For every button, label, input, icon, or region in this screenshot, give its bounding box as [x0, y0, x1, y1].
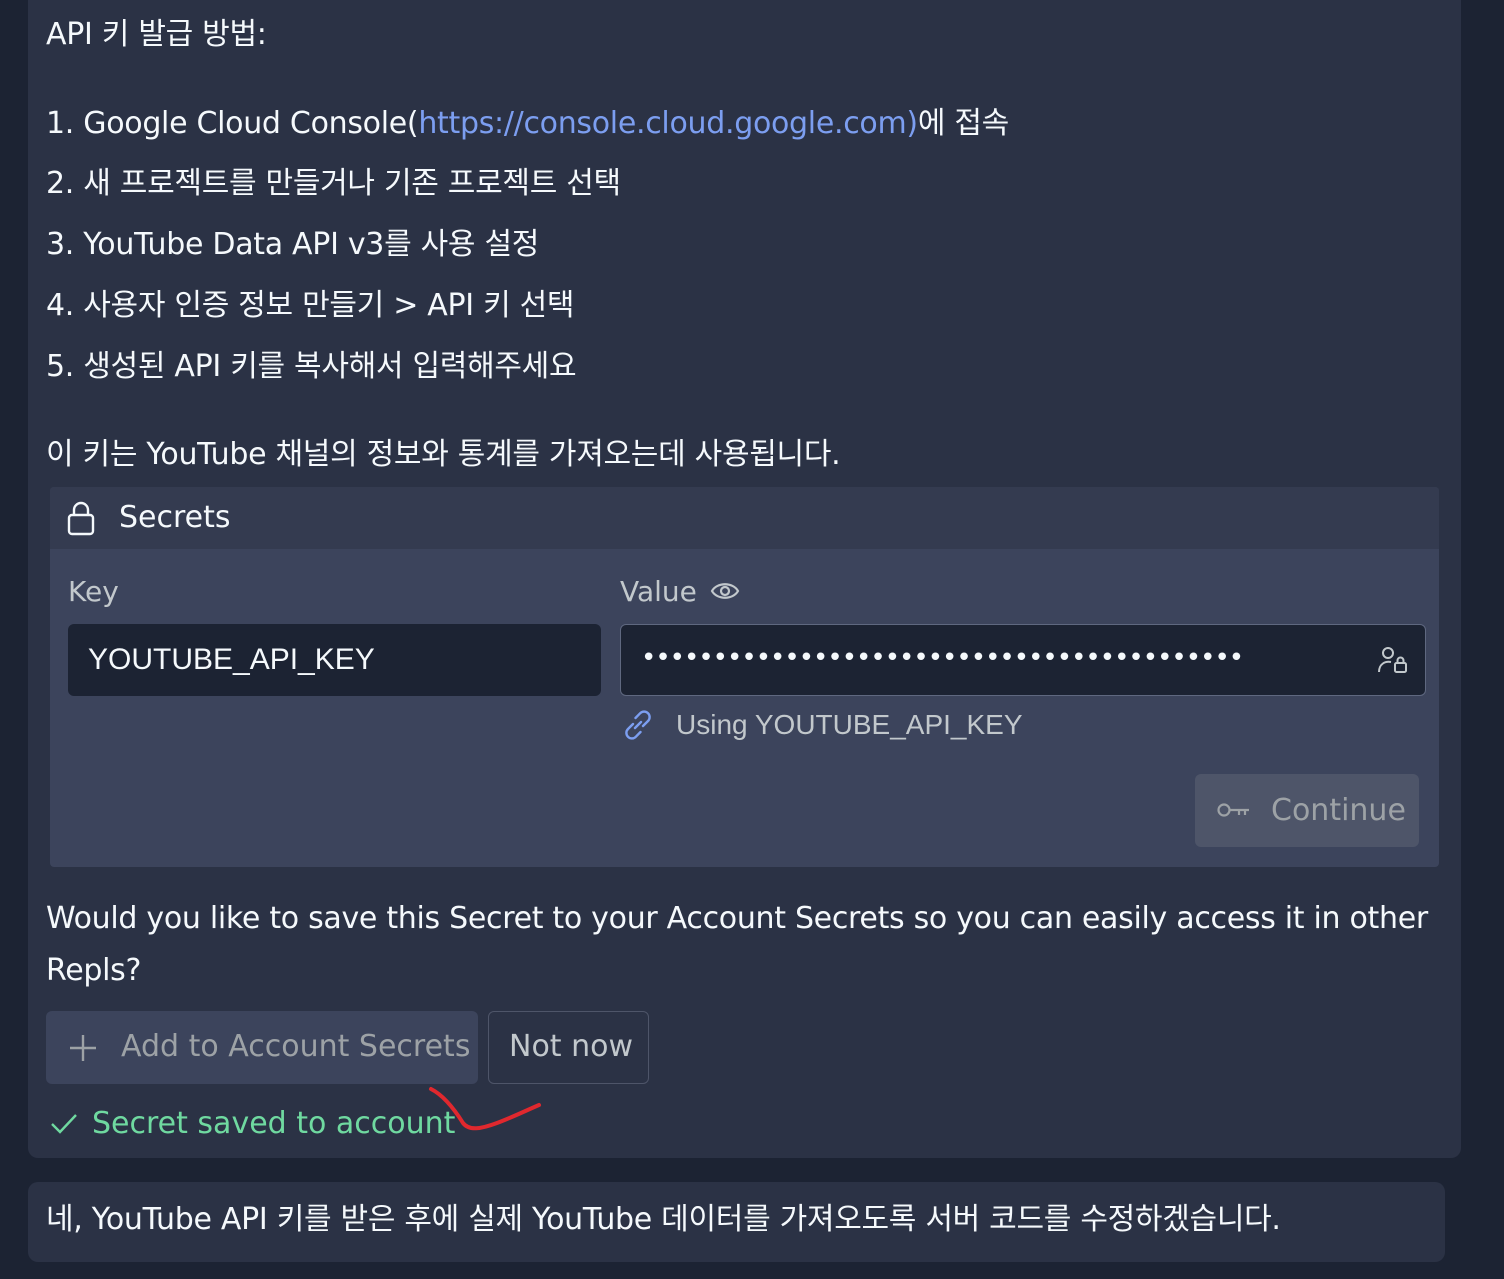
assistant-reply-message: 네, YouTube API 키를 받은 후에 실제 YouTube 데이터를 …	[28, 1182, 1445, 1262]
lock-icon	[67, 501, 95, 536]
reply-text: 네, YouTube API 키를 받은 후에 실제 YouTube 데이터를 …	[46, 1202, 1281, 1237]
red-annotation-mark	[429, 1087, 541, 1131]
key-label: Key	[68, 575, 119, 608]
add-button-label: Add to Account Secrets	[121, 1029, 471, 1064]
key-icon	[1217, 803, 1249, 817]
not-now-button[interactable]: Not now	[488, 1011, 649, 1084]
not-now-label: Not now	[509, 1029, 633, 1064]
secret-saved-status: Secret saved to account	[92, 1106, 456, 1141]
continue-label: Continue	[1271, 793, 1406, 828]
secrets-title: Secrets	[119, 500, 231, 535]
plus-icon	[70, 1035, 96, 1061]
value-input[interactable]: ••••••••••••••••••••••••••••••••••••••••…	[620, 624, 1426, 696]
instructions-heading: API 키 발급 방법:	[46, 17, 267, 52]
secrets-header: Secrets	[50, 487, 1439, 549]
key-input[interactable]: YOUTUBE_API_KEY	[68, 624, 601, 696]
continue-button[interactable]: Continue	[1195, 774, 1419, 847]
step-1-suffix: 에 접속	[917, 106, 1009, 141]
save-secret-question: Would you like to save this Secret to yo…	[46, 901, 1428, 988]
account-key-icon[interactable]	[1377, 644, 1409, 676]
step-3: 3. YouTube Data API v3를 사용 설정	[46, 227, 540, 262]
value-label: Value	[620, 575, 697, 608]
usage-note: 이 키는 YouTube 채널의 정보와 통계를 가져오는데 사용됩니다.	[46, 437, 841, 472]
check-icon	[51, 1114, 77, 1134]
step-5: 5. 생성된 API 키를 복사해서 입력해주세요	[46, 349, 577, 384]
step-4: 4. 사용자 인증 정보 만들기 > API 키 선택	[46, 288, 575, 323]
link-icon	[625, 710, 651, 740]
step-1: 1. Google Cloud Console(https://console.…	[46, 104, 1009, 144]
eye-icon[interactable]	[710, 579, 740, 603]
secrets-card: Secrets Key Value YOUTUBE_API_KEY ••••••…	[50, 487, 1439, 867]
step-2: 2. 새 프로젝트를 만들거나 기존 프로젝트 선택	[46, 166, 621, 201]
step-1-prefix: 1. Google Cloud Console(	[46, 106, 419, 141]
chat-page: API 키 발급 방법: 1. Google Cloud Console(htt…	[0, 0, 1504, 1279]
add-to-account-secrets-button[interactable]: Add to Account Secrets	[46, 1011, 478, 1084]
console-link[interactable]: https://console.cloud.google.com)	[418, 106, 918, 141]
value-masked: ••••••••••••••••••••••••••••••••••••••••…	[641, 643, 1244, 673]
using-key-text: Using YOUTUBE_API_KEY	[676, 709, 1023, 740]
